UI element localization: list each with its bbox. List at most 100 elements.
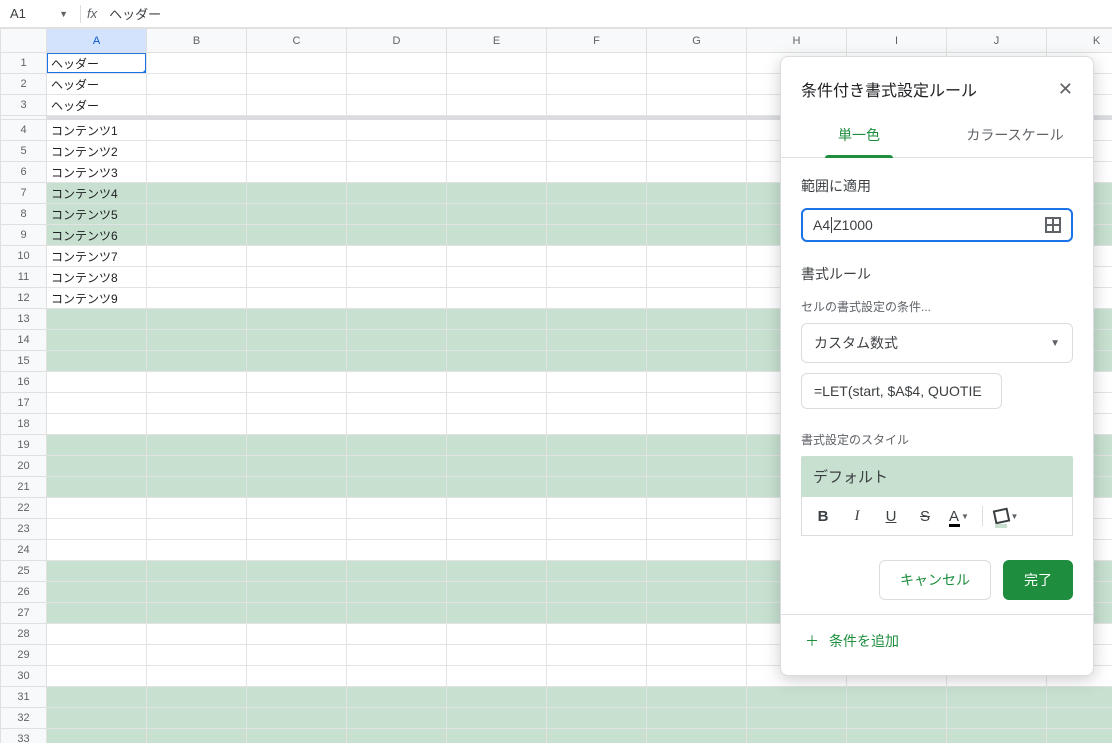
cell[interactable]: コンテンツ3 xyxy=(47,162,147,183)
column-header-A[interactable]: A xyxy=(47,29,147,53)
cell[interactable] xyxy=(547,393,647,414)
row-header[interactable]: 10 xyxy=(1,246,47,267)
cell[interactable] xyxy=(147,372,247,393)
cancel-button[interactable]: キャンセル xyxy=(879,560,991,600)
cell[interactable] xyxy=(47,729,147,743)
cell[interactable] xyxy=(947,687,1047,708)
select-all-corner[interactable] xyxy=(1,29,47,53)
cell[interactable] xyxy=(47,330,147,351)
style-preview[interactable]: デフォルト xyxy=(801,456,1073,497)
cell[interactable] xyxy=(447,561,547,582)
cell[interactable] xyxy=(647,53,747,74)
cell[interactable] xyxy=(647,729,747,743)
cell[interactable] xyxy=(147,351,247,372)
done-button[interactable]: 完了 xyxy=(1003,560,1073,600)
tab-single-color[interactable]: 単一色 xyxy=(781,115,937,157)
cell[interactable] xyxy=(447,372,547,393)
cell[interactable] xyxy=(647,267,747,288)
cell[interactable] xyxy=(947,729,1047,743)
cell[interactable] xyxy=(47,372,147,393)
cell[interactable] xyxy=(47,582,147,603)
cell[interactable] xyxy=(647,330,747,351)
tab-color-scale[interactable]: カラースケール xyxy=(937,115,1093,157)
cell[interactable] xyxy=(347,267,447,288)
cell[interactable]: コンテンツ9 xyxy=(47,288,147,309)
row-header[interactable]: 4 xyxy=(1,120,47,141)
cell[interactable] xyxy=(647,288,747,309)
cell[interactable] xyxy=(447,456,547,477)
apply-range-input[interactable]: A4Z1000 xyxy=(801,208,1073,242)
row-header[interactable]: 30 xyxy=(1,666,47,687)
cell[interactable] xyxy=(347,582,447,603)
cell[interactable] xyxy=(47,645,147,666)
cell[interactable] xyxy=(547,204,647,225)
cell[interactable] xyxy=(547,624,647,645)
row-header[interactable]: 9 xyxy=(1,225,47,246)
row-header[interactable]: 14 xyxy=(1,330,47,351)
cell[interactable] xyxy=(347,666,447,687)
cell[interactable] xyxy=(447,183,547,204)
cell[interactable] xyxy=(447,603,547,624)
column-header-B[interactable]: B xyxy=(147,29,247,53)
cell[interactable] xyxy=(547,414,647,435)
cell[interactable] xyxy=(347,645,447,666)
cell[interactable] xyxy=(247,330,347,351)
cell[interactable] xyxy=(647,498,747,519)
cell[interactable] xyxy=(247,74,347,95)
cell[interactable] xyxy=(647,435,747,456)
cell[interactable] xyxy=(647,603,747,624)
cell[interactable] xyxy=(447,666,547,687)
fill-color-button[interactable]: ▼ xyxy=(993,503,1019,529)
cell[interactable] xyxy=(547,74,647,95)
cell[interactable] xyxy=(147,687,247,708)
cell[interactable] xyxy=(447,582,547,603)
row-header[interactable]: 33 xyxy=(1,729,47,743)
cell[interactable] xyxy=(647,204,747,225)
cell[interactable] xyxy=(547,288,647,309)
cell[interactable]: コンテンツ2 xyxy=(47,141,147,162)
cell[interactable] xyxy=(747,708,847,729)
column-header-I[interactable]: I xyxy=(847,29,947,53)
cell[interactable] xyxy=(147,519,247,540)
cell[interactable] xyxy=(247,53,347,74)
cell[interactable] xyxy=(347,204,447,225)
cell[interactable] xyxy=(47,477,147,498)
row-header[interactable]: 23 xyxy=(1,519,47,540)
cell[interactable] xyxy=(447,708,547,729)
cell[interactable] xyxy=(847,687,947,708)
cell[interactable] xyxy=(647,414,747,435)
cell[interactable] xyxy=(47,666,147,687)
cell[interactable] xyxy=(147,540,247,561)
row-header[interactable]: 31 xyxy=(1,687,47,708)
cell[interactable] xyxy=(947,708,1047,729)
cell[interactable] xyxy=(447,74,547,95)
column-header-E[interactable]: E xyxy=(447,29,547,53)
grid-icon[interactable] xyxy=(1045,217,1061,233)
cell[interactable] xyxy=(547,372,647,393)
cell[interactable] xyxy=(247,519,347,540)
cell[interactable] xyxy=(47,561,147,582)
cell[interactable] xyxy=(147,561,247,582)
cell[interactable] xyxy=(547,498,647,519)
cell[interactable] xyxy=(247,498,347,519)
cell[interactable] xyxy=(147,53,247,74)
row-header[interactable]: 3 xyxy=(1,95,47,116)
cell[interactable] xyxy=(147,204,247,225)
cell[interactable] xyxy=(247,120,347,141)
cell[interactable] xyxy=(547,687,647,708)
cell[interactable] xyxy=(547,225,647,246)
cell[interactable] xyxy=(447,95,547,116)
cell[interactable] xyxy=(147,393,247,414)
cell[interactable] xyxy=(147,267,247,288)
column-header-K[interactable]: K xyxy=(1047,29,1112,53)
cell[interactable] xyxy=(247,687,347,708)
column-header-J[interactable]: J xyxy=(947,29,1047,53)
row-header[interactable]: 11 xyxy=(1,267,47,288)
cell[interactable] xyxy=(147,120,247,141)
cell[interactable] xyxy=(47,687,147,708)
formula-input[interactable]: ヘッダー xyxy=(103,4,1108,23)
cell[interactable] xyxy=(447,246,547,267)
cell[interactable] xyxy=(147,729,247,743)
cell[interactable] xyxy=(1047,729,1112,743)
custom-formula-input[interactable]: =LET(start, $A$4, QUOTIE xyxy=(801,373,1002,409)
